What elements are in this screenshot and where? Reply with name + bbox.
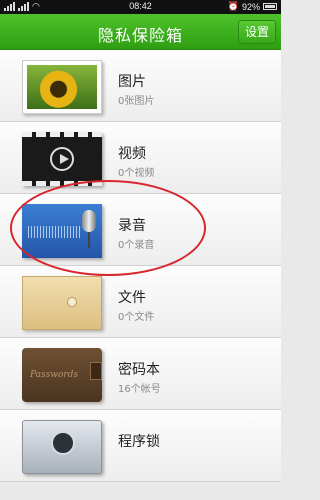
microphone-icon	[22, 204, 102, 258]
item-title: 录音	[118, 218, 146, 234]
list-item-app-lock[interactable]: 程序锁	[0, 410, 281, 482]
folder-icon	[22, 276, 102, 330]
status-bar: ◠ 08:42 ⏰ 92%	[0, 0, 281, 14]
battery-icon	[263, 3, 277, 10]
waveform-icon	[28, 226, 82, 238]
item-title: 图片	[118, 74, 146, 90]
alarm-icon: ⏰	[227, 1, 239, 11]
item-title: 视频	[118, 146, 146, 162]
battery-percent: 92%	[241, 1, 260, 12]
item-title: 文件	[118, 290, 146, 306]
play-icon	[50, 147, 74, 171]
item-count: 0个视频	[118, 168, 155, 179]
safe-lock-icon	[22, 420, 102, 474]
item-count: 0个录音	[118, 240, 155, 251]
list-item-files[interactable]: 文件 0个文件	[0, 266, 281, 338]
list-item-passwords[interactable]: Passwords 密码本 16个帐号	[0, 338, 281, 410]
item-count: 0张图片	[118, 96, 155, 107]
list-item-videos[interactable]: 视频 0个视频	[0, 122, 281, 194]
vault-list: 图片 0张图片 视频 0个视频 录音 0个录音 文件 0个文件 Password…	[0, 50, 281, 482]
list-item-recordings[interactable]: 录音 0个录音	[0, 194, 281, 266]
list-item-photos[interactable]: 图片 0张图片	[0, 50, 281, 122]
wallet-icon: Passwords	[22, 348, 102, 402]
photo-icon	[22, 60, 102, 114]
item-count: 16个帐号	[118, 384, 161, 395]
mic-stand	[88, 232, 90, 248]
mic-head	[82, 210, 96, 232]
wallet-label: Passwords	[30, 370, 79, 380]
keyhole-icon	[51, 431, 75, 455]
title-bar: 隐私保险箱 设置	[0, 14, 281, 50]
status-right: ⏰ 92%	[228, 1, 277, 12]
folder-clasp	[67, 297, 77, 307]
settings-button[interactable]: 设置	[238, 20, 276, 44]
item-title: 密码本	[118, 362, 160, 378]
item-title: 程序锁	[118, 434, 160, 450]
video-icon	[22, 132, 102, 186]
wallet-strap	[90, 362, 102, 380]
item-count: 0个文件	[118, 312, 155, 323]
